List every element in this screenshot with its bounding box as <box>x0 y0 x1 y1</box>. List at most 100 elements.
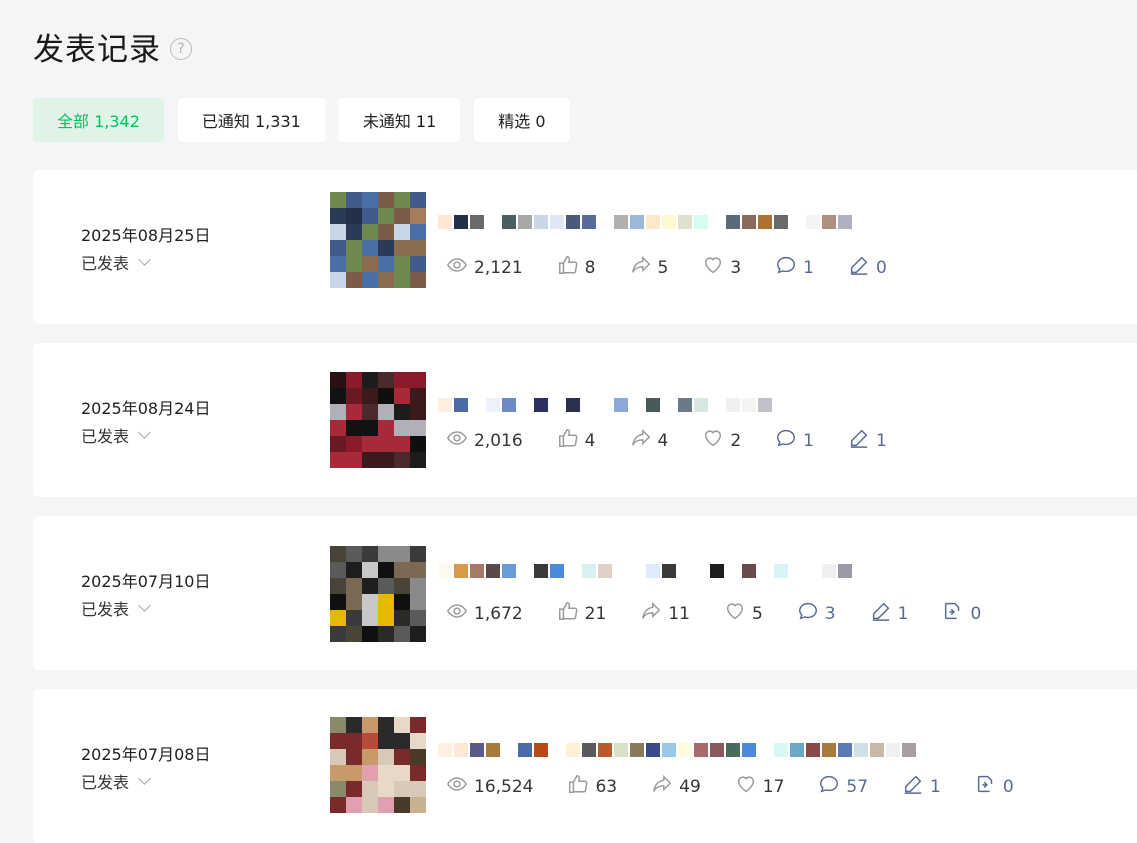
post-thumbnail[interactable] <box>330 717 426 813</box>
favorites-count: 2 <box>730 430 742 451</box>
title-pixel <box>822 743 836 757</box>
thumbnail-pixel <box>394 372 410 388</box>
thumbnail-pixel <box>330 372 346 388</box>
title-pixel <box>902 743 916 757</box>
page-header: 发表记录 ? <box>33 24 192 69</box>
tab-featured[interactable]: 精选 0 <box>474 98 570 142</box>
title-pixel <box>630 743 644 757</box>
title-pixel <box>582 215 596 229</box>
shares-count: 4 <box>657 430 669 451</box>
title-pixel <box>678 398 692 412</box>
notes-stat[interactable]: 0 <box>848 254 887 281</box>
post-title-blurred[interactable] <box>438 398 774 418</box>
thumbnail-pixel <box>378 272 394 288</box>
post-thumbnail[interactable] <box>330 192 426 288</box>
title-pixel <box>454 743 468 757</box>
post-card[interactable]: 2025年07月08日 已发表 16,524 63 49 17 57 1 0 <box>33 689 1137 843</box>
status-label: 已发表 <box>81 600 130 619</box>
post-thumbnail[interactable] <box>330 546 426 642</box>
thumbnail-pixel <box>362 797 378 813</box>
comments-stat[interactable]: 57 <box>818 773 868 800</box>
tab-all[interactable]: 全部 1,342 <box>33 98 164 142</box>
post-title-blurred[interactable] <box>438 215 854 235</box>
pen-icon <box>848 427 876 454</box>
title-pixel <box>614 743 628 757</box>
post-title-blurred[interactable] <box>438 743 918 763</box>
status-dropdown[interactable]: 已发表 <box>81 769 151 793</box>
help-icon[interactable]: ? <box>170 37 192 60</box>
title-pixel <box>838 743 852 757</box>
shares-count: 5 <box>657 257 669 278</box>
thumbnail-pixel <box>330 578 346 594</box>
title-pixel <box>678 215 692 229</box>
title-pixel <box>598 215 612 229</box>
eye-icon <box>446 773 474 800</box>
views-stat: 2,121 <box>446 254 523 281</box>
title-pixel <box>518 215 532 229</box>
comment-icon <box>775 427 803 454</box>
thumbnail-pixel <box>378 436 394 452</box>
notes-stat[interactable]: 1 <box>902 773 941 800</box>
reposts-stat[interactable]: 0 <box>975 773 1014 800</box>
notes-count: 0 <box>875 257 887 278</box>
title-pixel <box>470 398 484 412</box>
post-thumbnail[interactable] <box>330 372 426 468</box>
thumbnail-pixel <box>378 208 394 224</box>
thumbnail-pixel <box>378 420 394 436</box>
title-pixel <box>502 743 516 757</box>
thumbnail-pixel <box>410 372 426 388</box>
notes-stat[interactable]: 1 <box>848 427 887 454</box>
thumbnail-pixel <box>394 452 410 468</box>
shares-stat: 49 <box>651 773 701 800</box>
thumbnail-pixel <box>346 372 362 388</box>
title-pixel <box>630 215 644 229</box>
thumbnail-pixel <box>362 546 378 562</box>
thumbnail-pixel <box>394 594 410 610</box>
title-pixel <box>566 398 580 412</box>
comments-stat[interactable]: 1 <box>775 254 814 281</box>
title-pixel <box>710 743 724 757</box>
thumbnail-pixel <box>362 256 378 272</box>
thumbnail-pixel <box>346 578 362 594</box>
post-card[interactable]: 2025年08月25日 已发表 2,121 8 5 3 1 0 <box>33 170 1137 324</box>
notes-stat[interactable]: 1 <box>870 600 908 627</box>
thumbnail-pixel <box>346 594 362 610</box>
tab-not-notified[interactable]: 未通知 11 <box>338 98 461 142</box>
tab-notified[interactable]: 已通知 1,331 <box>177 98 325 142</box>
status-dropdown[interactable]: 已发表 <box>81 250 151 274</box>
likes-stat: 63 <box>567 773 617 800</box>
reposts-stat[interactable]: 0 <box>942 600 981 627</box>
thumbnail-pixel <box>330 626 346 642</box>
title-pixel <box>486 564 500 578</box>
post-title-blurred[interactable] <box>438 564 854 584</box>
title-pixel <box>790 215 804 229</box>
comments-stat[interactable]: 3 <box>797 600 836 627</box>
thumbnail-pixel <box>394 256 410 272</box>
title-pixel <box>726 743 740 757</box>
favorites-count: 3 <box>730 257 742 278</box>
title-pixel <box>694 398 708 412</box>
thumbnail-pixel <box>362 388 378 404</box>
title-pixel <box>582 564 596 578</box>
thumbnail-pixel <box>346 388 362 404</box>
title-pixel <box>438 564 452 578</box>
comments-stat[interactable]: 1 <box>775 427 814 454</box>
thumbnail-pixel <box>362 594 378 610</box>
title-pixel <box>662 398 676 412</box>
post-card[interactable]: 2025年08月24日 已发表 2,016 4 4 2 1 1 <box>33 343 1137 497</box>
title-pixel <box>614 215 628 229</box>
title-pixel <box>582 743 596 757</box>
shares-stat: 5 <box>630 254 669 281</box>
comment-icon <box>797 600 825 627</box>
thumbnail-pixel <box>362 626 378 642</box>
likes-count: 21 <box>584 603 607 624</box>
title-pixel <box>662 564 676 578</box>
post-card[interactable]: 2025年07月10日 已发表 1,672 21 11 5 3 1 0 <box>33 516 1137 670</box>
chevron-down-icon <box>138 772 151 785</box>
status-dropdown[interactable]: 已发表 <box>81 596 151 620</box>
thumbnail-pixel <box>378 546 394 562</box>
status-dropdown[interactable]: 已发表 <box>81 423 151 447</box>
thumbnail-pixel <box>362 781 378 797</box>
thumbnail-pixel <box>410 388 426 404</box>
title-pixel <box>438 398 452 412</box>
